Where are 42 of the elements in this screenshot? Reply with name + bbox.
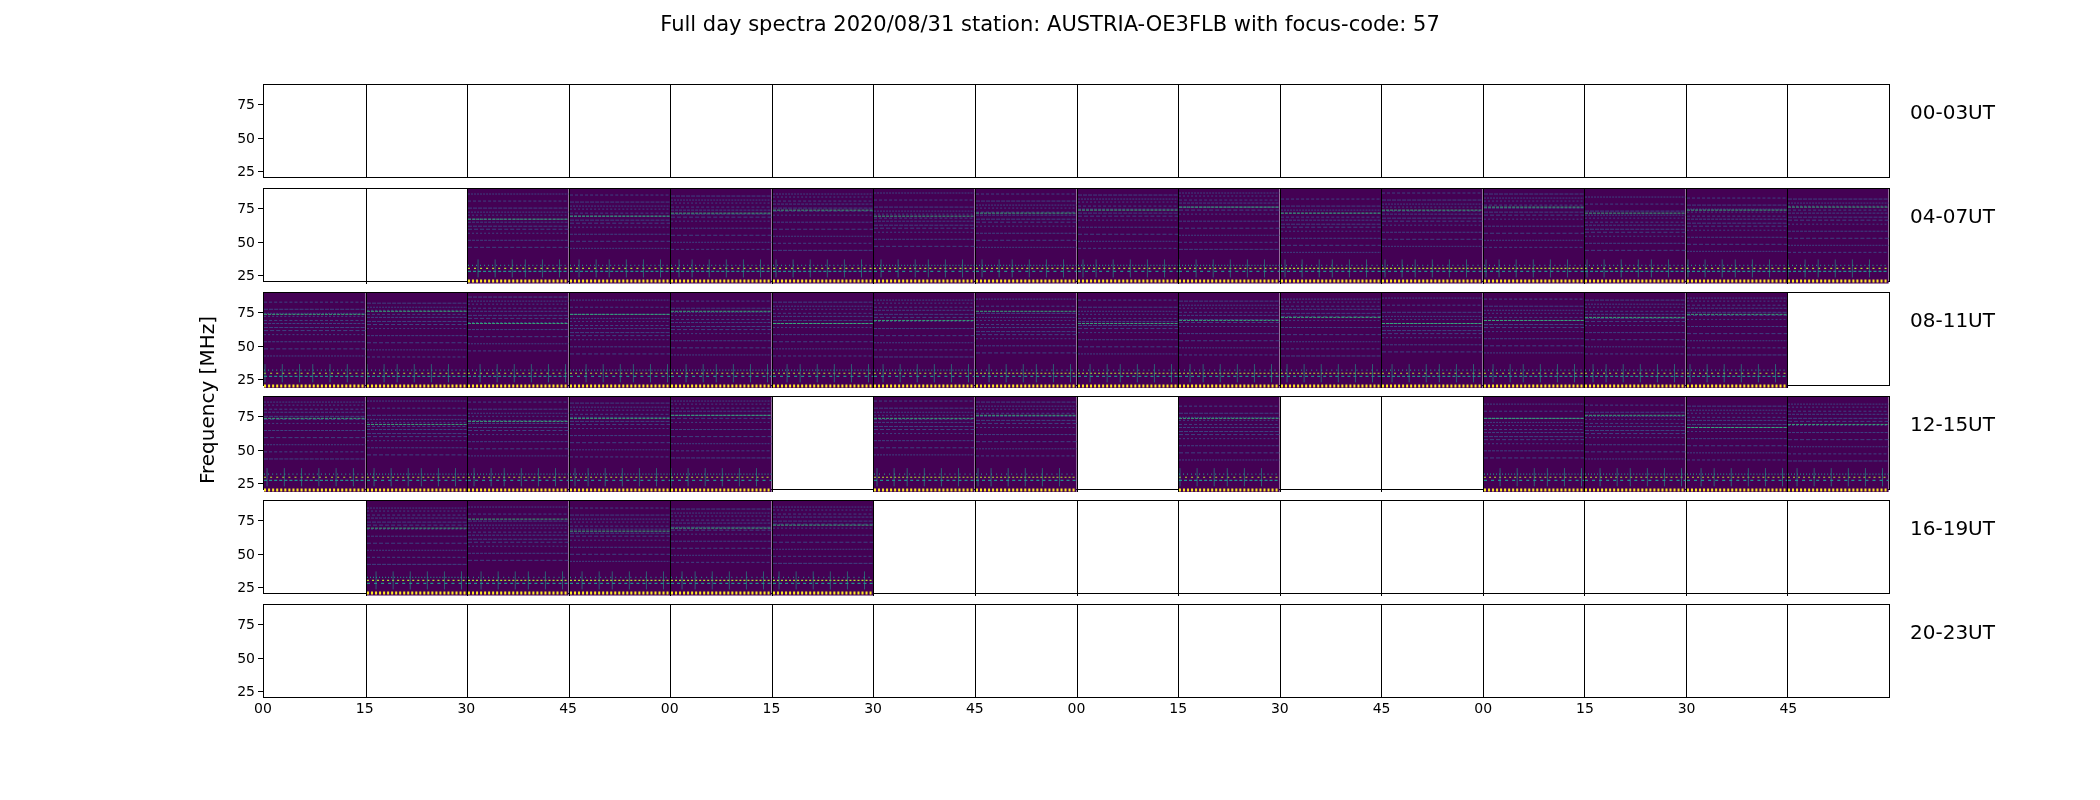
x-tick-label: 15 (1169, 700, 1188, 716)
y-tick-label: 75 (237, 201, 255, 216)
y-tick-label: 50 (237, 442, 255, 457)
x-tick-label: 45 (1779, 700, 1798, 716)
figure-title: Full day spectra 2020/08/31 station: AUSTRIA-OE3FLB with focus-code: 57 (660, 12, 1440, 36)
time-range-label: 00-03UT (1910, 100, 1995, 124)
x-tick-label: 00 (1067, 700, 1086, 716)
y-tick-label: 25 (237, 580, 255, 595)
x-tick-label: 30 (457, 700, 476, 716)
y-tick-label: 50 (237, 650, 255, 665)
x-tick-label: 45 (1372, 700, 1391, 716)
y-tick-label: 25 (237, 268, 255, 283)
x-tick-label: 15 (762, 700, 781, 716)
y-tick-label: 75 (237, 305, 255, 320)
time-range-label: 08-11UT (1910, 308, 1995, 332)
x-tick-label: 00 (1474, 700, 1493, 716)
x-tick-label: 30 (1270, 700, 1289, 716)
y-tick-label: 50 (237, 546, 255, 561)
time-range-label: 16-19UT (1910, 516, 1995, 540)
x-tick-label: 15 (1576, 700, 1594, 716)
x-tick-label: 00 (254, 700, 272, 716)
y-tick-label: 25 (237, 372, 255, 387)
y-tick-label: 50 (237, 338, 255, 353)
y-tick-label: 25 (237, 476, 255, 491)
y-tick-label: 25 (237, 164, 255, 179)
time-range-label: 20-23UT (1910, 620, 1995, 644)
x-tick-label: 30 (1677, 700, 1696, 716)
x-tick-label: 00 (660, 700, 679, 716)
y-tick-label: 75 (237, 617, 255, 632)
y-tick-label: 50 (237, 130, 255, 145)
y-tick-label: 25 (237, 684, 255, 699)
y-tick-label: 75 (237, 409, 255, 424)
x-tick-label: 45 (559, 700, 577, 716)
time-range-label: 04-07UT (1910, 204, 1995, 228)
x-tick-label: 15 (355, 700, 374, 716)
y-tick-label: 75 (237, 97, 255, 112)
y-tick-label: 50 (237, 234, 255, 249)
x-tick-label: 45 (965, 700, 984, 716)
y-tick-label: 75 (237, 513, 255, 528)
y-axis-label: Frequency [MHz] (195, 315, 219, 485)
x-tick-label: 30 (864, 700, 883, 716)
time-range-label: 12-15UT (1910, 412, 1995, 436)
